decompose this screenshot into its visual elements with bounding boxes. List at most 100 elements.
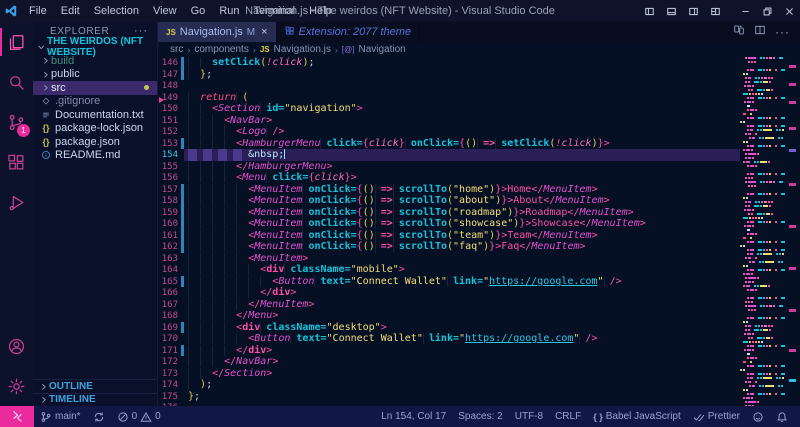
breadcrumb-src[interactable]: src [170,44,183,55]
eol-button[interactable]: CRLF [549,411,587,422]
code-line-175[interactable]: 175}; [158,391,800,403]
activity-accounts-icon[interactable] [0,326,33,366]
code-text: <MenuItem onClick={() => scrollTo("team"… [188,230,598,241]
problems-button[interactable]: 0 0 [111,406,167,427]
code-line-148[interactable]: 148 [158,80,800,92]
fold-marker-icon[interactable] [159,97,164,103]
breadcrumb-file[interactable]: Navigation.js [274,44,331,55]
code-line-163[interactable]: 163 <MenuItem> [158,253,800,265]
menu-edit[interactable]: Edit [54,3,87,19]
breadcrumb-symbol[interactable]: Navigation [358,44,405,55]
minimize-icon[interactable] [734,0,756,22]
feedback-button[interactable] [746,411,770,423]
code-line-151[interactable]: 151 <NavBar> [158,115,800,127]
tab-navigation-js[interactable]: JS Navigation.js M × [158,22,277,42]
activity-source-control-icon[interactable]: 1 [0,102,33,142]
whitespace [188,333,248,344]
token-str: "faq" [453,241,483,252]
code-line-154[interactable]: 154&nbsp; [158,149,800,161]
close-icon[interactable] [778,0,800,22]
token-func: scrollTo [399,230,447,241]
code-line-158[interactable]: 158 <MenuItem onClick={() => scrollTo("a… [158,195,800,207]
split-editor-icon[interactable] [754,23,766,41]
file-package-lock-json[interactable]: {}package-lock.json [33,122,157,136]
menu-go[interactable]: Go [184,3,213,19]
code-line-159[interactable]: 159 <MenuItem onClick={() => scrollTo("r… [158,207,800,219]
code-line-152[interactable]: 152 <Logo /> [158,126,800,138]
code-line-149[interactable]: 149 return ( [158,92,800,104]
code-line-170[interactable]: 170 <Button text="Connect Wallet" link="… [158,333,800,345]
prettier-button[interactable]: Prettier [687,411,746,423]
code-line-166[interactable]: 166 </div> [158,287,800,299]
open-changes-icon[interactable] [733,23,745,41]
restore-icon[interactable] [756,0,778,22]
code-line-157[interactable]: 157 <MenuItem onClick={() => scrollTo("h… [158,184,800,196]
activity-settings-icon[interactable] [0,366,33,406]
code-line-155[interactable]: 155 </HamburgerMenu> [158,161,800,173]
menu-view[interactable]: View [146,3,184,19]
code-editor[interactable]: 146 setClick(!click);147 };148149 return… [158,57,800,406]
vscode-logo-icon[interactable] [0,4,22,18]
code-line-173[interactable]: 173 </Section> [158,368,800,380]
activity-run-and-debug-icon[interactable] [0,182,33,222]
layout-panel-icon[interactable] [660,0,682,22]
menu-run[interactable]: Run [212,3,246,19]
remote-indicator-button[interactable] [0,406,34,427]
folder-public[interactable]: public [33,68,157,82]
git-branch-button[interactable]: main* [34,406,87,427]
code-line-168[interactable]: 168 </Menu> [158,310,800,322]
layout-sidebar-right-icon[interactable] [682,0,704,22]
code-line-146[interactable]: 146 setClick(!click); [158,57,800,69]
breadcrumb-components[interactable]: components [194,44,248,55]
activity-explorer-icon[interactable] [0,22,33,62]
indentation-button[interactable]: Spaces: 2 [452,411,508,422]
folder-build[interactable]: build [33,54,157,68]
activity-search-icon[interactable] [0,62,33,102]
code-text: <Logo /> [188,126,284,137]
whitespace [188,287,260,298]
close-tab-icon[interactable]: × [261,26,267,38]
code-line-161[interactable]: 161 <MenuItem onClick={() => scrollTo("t… [158,230,800,242]
code-line-171[interactable]: 171 </div> [158,345,800,357]
code-line-160[interactable]: 160 <MenuItem onClick={() => scrollTo("s… [158,218,800,230]
token-comp: MenuItem [531,241,579,252]
minimap-line [740,269,786,271]
project-root-folder[interactable]: THE WEIRDOS (NFT WEBSITE) [33,40,157,54]
timeline-section[interactable]: TIMELINE [33,393,157,407]
menu-file[interactable]: File [22,3,54,19]
more-actions-icon[interactable]: ··· [775,25,790,39]
code-line-165[interactable]: 165 <Button text="Connect Wallet" link="… [158,276,800,288]
notifications-button[interactable] [770,411,794,423]
code-line-172[interactable]: 172 </NavBar> [158,356,800,368]
code-line-150[interactable]: 150 <Section id="navigation"> [158,103,800,115]
token-pln: ; [308,57,314,68]
token-str: " [598,276,604,287]
customize-layout-icon[interactable] [704,0,726,22]
whitespace [188,322,236,333]
menu-selection[interactable]: Selection [87,3,146,19]
code-line-156[interactable]: 156 <Menu click={click}> [158,172,800,184]
outline-section[interactable]: OUTLINE [33,379,157,393]
code-line-164[interactable]: 164 <div className="mobile"> [158,264,800,276]
code-line-169[interactable]: 169 <div className="desktop"> [158,322,800,334]
file-documentation-txt[interactable]: Documentation.txt [33,108,157,122]
language-mode-button[interactable]: { } Babel JavaScript [587,411,687,422]
code-line-147[interactable]: 147 }; [158,69,800,81]
sync-button[interactable] [87,406,111,427]
file-readme-md[interactable]: README.md [33,149,157,163]
folder-src[interactable]: src [33,81,157,95]
layout-sidebar-left-icon[interactable] [638,0,660,22]
cursor-position-button[interactable]: Ln 154, Col 17 [375,411,452,422]
code-line-162[interactable]: 162 <MenuItem onClick={() => scrollTo("f… [158,241,800,253]
minimap[interactable] [740,57,786,406]
code-line-153[interactable]: 153 <HamburgerMenu click={click} onClick… [158,138,800,150]
token-attr: onClick [411,138,453,149]
file--gitignore[interactable]: .gitignore [33,95,157,109]
encoding-button[interactable]: UTF-8 [509,411,549,422]
overview-ruler[interactable] [786,57,800,406]
activity-extensions-icon[interactable] [0,142,33,182]
tab-extension-2077-theme[interactable]: Extension: 2077 theme [277,22,421,42]
code-line-167[interactable]: 167 </MenuItem> [158,299,800,311]
file-package-json[interactable]: {}package.json [33,135,157,149]
code-line-174[interactable]: 174 ); [158,379,800,391]
